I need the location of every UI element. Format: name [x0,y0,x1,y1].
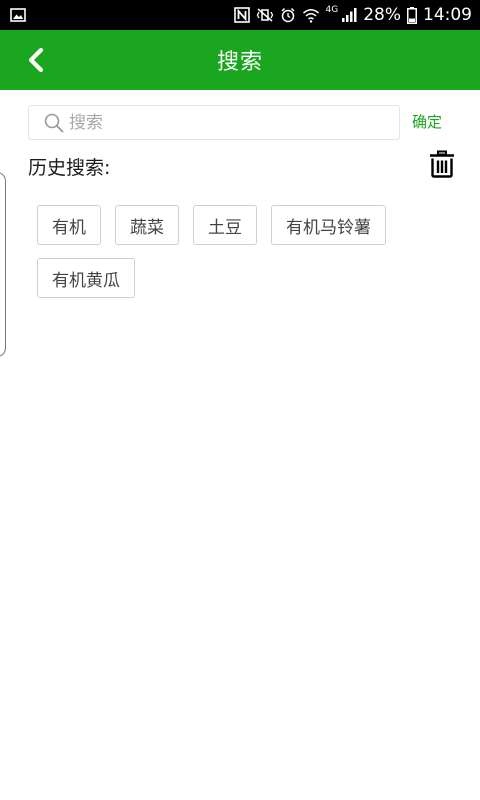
network-type-label: 4G [325,5,339,15]
page-title: 搜索 [216,50,263,75]
battery-icon [407,6,417,24]
history-tag[interactable]: 土豆 [193,205,257,245]
status-bar: 4G 28% 14:09 [0,0,480,30]
back-button[interactable] [22,46,50,74]
history-title: 历史搜索: [28,157,111,179]
status-time: 14:09 [423,5,472,25]
history-tag[interactable]: 蔬菜 [115,205,179,245]
search-icon [44,113,64,132]
history-tag[interactable]: 有机黄瓜 [37,258,135,298]
alarm-icon [280,7,295,23]
vibrate-icon [256,8,273,22]
history-tag[interactable]: 有机 [37,205,101,245]
nfc-icon [233,7,250,23]
history-tag[interactable]: 有机马铃薯 [271,205,386,245]
status-right: 4G 28% 14:09 [233,5,472,25]
app-header: 搜索 [0,30,480,90]
search-input[interactable] [69,107,369,138]
signal-icon [342,8,357,22]
battery-percent: 28% [363,5,401,25]
trash-icon [430,150,454,178]
search-box[interactable] [28,105,400,140]
back-chevron-icon [28,47,44,73]
edge-panel-handle[interactable] [0,172,6,357]
clear-history-button[interactable] [428,150,456,178]
wifi-icon [302,9,319,23]
status-left [10,8,26,22]
confirm-button[interactable]: 确定 [412,111,442,132]
history-tag-list: 有机 蔬菜 土豆 有机马铃薯 有机黄瓜 [37,205,457,298]
gallery-notification-icon [10,8,26,22]
